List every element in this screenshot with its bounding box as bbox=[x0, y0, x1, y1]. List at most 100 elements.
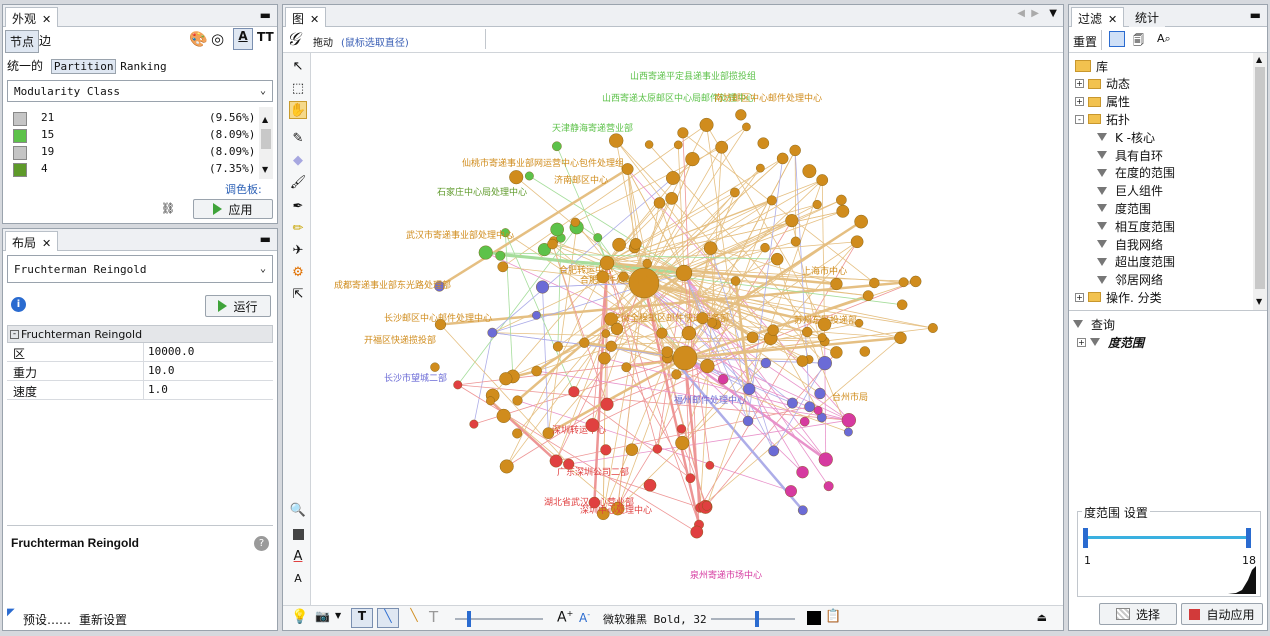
font-size-down-icon[interactable]: A- bbox=[579, 610, 590, 625]
close-icon[interactable]: ✕ bbox=[310, 13, 319, 26]
graph-node[interactable] bbox=[531, 365, 542, 377]
info-icon[interactable]: i bbox=[11, 297, 26, 312]
tree-item[interactable]: + 属性 bbox=[1075, 93, 1130, 111]
show-labels-icon[interactable]: T bbox=[351, 608, 373, 628]
help-icon[interactable]: ? bbox=[254, 536, 269, 551]
minimize-icon[interactable]: ▬ bbox=[260, 8, 271, 22]
graph-node[interactable] bbox=[605, 340, 617, 352]
graph-node[interactable] bbox=[843, 427, 853, 437]
layout-algorithm-select[interactable]: Fruchterman Reingold ⌄ bbox=[7, 255, 273, 283]
graph-node[interactable] bbox=[430, 362, 440, 372]
prop-value[interactable]: 1.0 bbox=[143, 381, 172, 399]
mode-unique[interactable]: 统一的 bbox=[7, 59, 43, 73]
collapse-icon[interactable]: - bbox=[1075, 114, 1084, 124]
collapse-icon[interactable]: - bbox=[10, 329, 19, 339]
expand-icon[interactable]: + bbox=[1077, 337, 1086, 347]
scroll-down-icon[interactable]: ▼ bbox=[1256, 297, 1262, 306]
graph-node[interactable] bbox=[817, 356, 832, 371]
graph-node[interactable] bbox=[830, 346, 843, 359]
partition-swatch[interactable] bbox=[13, 146, 27, 160]
graph-node[interactable] bbox=[665, 191, 679, 205]
graph-node[interactable] bbox=[549, 454, 563, 468]
graph-node[interactable] bbox=[486, 396, 495, 406]
graph-node[interactable] bbox=[644, 140, 654, 149]
graph-node[interactable] bbox=[675, 435, 690, 451]
graph-node[interactable] bbox=[601, 329, 611, 338]
graph-node[interactable] bbox=[671, 369, 682, 380]
drag-hand-tool-icon[interactable]: ✋ bbox=[289, 101, 307, 119]
list-item[interactable]: 19 (8.09%) bbox=[13, 145, 255, 161]
zoom-tool-icon[interactable]: 🔍 bbox=[289, 501, 307, 519]
graph-node[interactable] bbox=[812, 199, 822, 210]
queries-root[interactable]: 查询 bbox=[1073, 315, 1115, 333]
background-tool-icon[interactable] bbox=[289, 525, 307, 543]
tree-item[interactable]: 度范围 bbox=[1097, 199, 1151, 217]
graph-node[interactable] bbox=[610, 322, 624, 336]
graph-node[interactable] bbox=[495, 250, 506, 261]
graph-node[interactable] bbox=[676, 424, 687, 434]
graph-node[interactable] bbox=[621, 362, 632, 373]
graph-node[interactable] bbox=[760, 242, 770, 253]
graph-node[interactable] bbox=[568, 386, 580, 398]
reset-link[interactable]: 重新设置 bbox=[79, 611, 127, 628]
label-color-icon[interactable]: A bbox=[233, 28, 253, 50]
minimize-icon[interactable]: ▬ bbox=[260, 232, 271, 246]
tree-item[interactable]: + 动态 bbox=[1075, 75, 1130, 93]
graph-node[interactable] bbox=[898, 277, 909, 288]
minimize-icon[interactable]: ▬ bbox=[1250, 8, 1261, 22]
list-item[interactable]: 21 (9.56%) bbox=[13, 111, 255, 127]
scroll-down-icon[interactable]: ▼ bbox=[262, 165, 268, 174]
graph-node[interactable] bbox=[612, 237, 626, 252]
graph-node[interactable] bbox=[817, 333, 827, 342]
pencil-tool-icon[interactable]: ✎ bbox=[289, 129, 307, 147]
collapse-bar-icon[interactable]: ⏏ bbox=[1037, 611, 1047, 624]
graph-node[interactable] bbox=[718, 374, 729, 385]
graph-node[interactable] bbox=[859, 346, 871, 357]
label-size-tool-icon[interactable]: A bbox=[289, 569, 307, 587]
text-search-icon[interactable]: A⌕ bbox=[1157, 32, 1171, 46]
table-row[interactable]: 重力 10.0 bbox=[7, 362, 273, 381]
graph-node[interactable] bbox=[785, 485, 797, 498]
label-color-swatch[interactable] bbox=[807, 611, 821, 625]
mode-ranking[interactable]: Ranking bbox=[120, 60, 166, 73]
graph-node[interactable] bbox=[786, 397, 798, 409]
reset-button[interactable]: 重置 bbox=[1073, 33, 1097, 50]
gear-tool-icon[interactable]: ⚙ bbox=[289, 263, 307, 281]
select-button[interactable]: 选择 bbox=[1099, 603, 1177, 625]
edges-subtab[interactable]: 边 bbox=[39, 32, 51, 49]
query-item[interactable]: + 度范围 bbox=[1077, 333, 1144, 351]
rect-select-tool-icon[interactable]: ⬚ bbox=[289, 79, 307, 97]
export-icon[interactable]: 🗐 bbox=[1133, 32, 1144, 51]
table-row[interactable]: 区 10000.0 bbox=[7, 343, 273, 362]
partition-swatch[interactable] bbox=[13, 129, 27, 143]
graph-node[interactable] bbox=[656, 327, 668, 339]
graph-node[interactable] bbox=[701, 500, 712, 511]
graph-node[interactable] bbox=[804, 401, 816, 413]
prop-value[interactable]: 10000.0 bbox=[143, 343, 198, 361]
tree-item[interactable]: K -核心 bbox=[1097, 128, 1155, 146]
pointer-tool-icon[interactable]: ↖ bbox=[289, 57, 307, 75]
graph-node[interactable] bbox=[598, 352, 611, 365]
color-brush-tool-icon[interactable]: 🖌 bbox=[289, 173, 307, 191]
graph-node[interactable] bbox=[609, 133, 624, 148]
graph-node[interactable] bbox=[675, 264, 693, 282]
graph-node[interactable] bbox=[685, 473, 696, 484]
graph-node[interactable] bbox=[478, 245, 493, 260]
label-color-tool-icon[interactable]: A bbox=[289, 547, 307, 565]
prev-icon[interactable]: ◀ bbox=[1017, 8, 1025, 19]
menu-dropdown-icon[interactable]: ▼ bbox=[1049, 8, 1057, 19]
tree-item[interactable]: + 操作. 分类 bbox=[1075, 288, 1162, 306]
graph-node[interactable] bbox=[499, 372, 513, 386]
presets-link[interactable]: 预设…… bbox=[23, 611, 71, 628]
screenshot-icon[interactable]: 📷 bbox=[315, 609, 330, 623]
graph-node[interactable] bbox=[767, 324, 779, 336]
size-ring-icon[interactable]: ◎ bbox=[211, 30, 224, 48]
graph-node[interactable] bbox=[600, 444, 612, 456]
slider-thumb[interactable] bbox=[755, 611, 759, 627]
tree-item[interactable]: 超出度范围 bbox=[1097, 253, 1175, 271]
close-icon[interactable]: ✕ bbox=[42, 237, 51, 250]
graph-node[interactable] bbox=[814, 387, 826, 400]
scroll-up-icon[interactable]: ▲ bbox=[1256, 55, 1262, 64]
graph-node[interactable] bbox=[760, 357, 772, 369]
font-name-label[interactable]: 微软雅黑 Bold, 32 bbox=[603, 611, 707, 627]
